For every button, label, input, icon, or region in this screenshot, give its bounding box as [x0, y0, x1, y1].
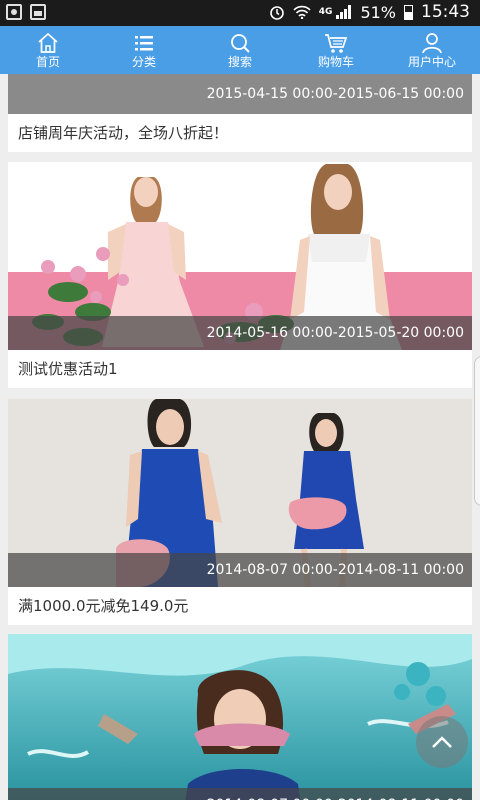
status-left-icons [6, 4, 46, 20]
back-to-top-button[interactable] [416, 716, 468, 768]
search-icon [231, 33, 250, 53]
promotion-card[interactable]: 2014-08-07 00:00-2014-08-11 00:00 [8, 634, 472, 800]
cart-icon [325, 33, 348, 53]
nav-user-center[interactable]: 用户中心 [384, 26, 480, 74]
nav-cart-label: 购物车 [317, 54, 354, 69]
promotion-date: 2014-05-16 00:00-2015-05-20 00:00 [8, 316, 472, 350]
home-icon [38, 32, 58, 53]
promotion-card[interactable]: 2015-04-15 00:00-2015-06-15 00:00 店铺周年庆活… [8, 74, 472, 152]
edge-handle[interactable] [474, 356, 480, 506]
promotion-card[interactable]: 2014-05-16 00:00-2015-05-20 00:00 测试优惠活动… [8, 162, 472, 388]
promotion-image: 2015-04-15 00:00-2015-06-15 00:00 [8, 74, 472, 114]
clock: 15:43 [421, 2, 470, 22]
status-bar: 4G 51% 15:43 [0, 0, 480, 26]
status-right: 4G 51% 15:43 [269, 2, 470, 22]
nav-user-center-label: 用户中心 [407, 54, 456, 69]
list-icon [135, 35, 153, 50]
nav-cart[interactable]: 购物车 [288, 26, 384, 74]
promotion-date: 2015-04-15 00:00-2015-06-15 00:00 [8, 74, 472, 114]
promotion-title: 测试优惠活动1 [18, 360, 118, 378]
image-icon [30, 4, 46, 20]
signal-icon [336, 5, 352, 19]
promotion-date: 2014-08-07 00:00-2014-08-11 00:00 [8, 553, 472, 587]
network-type: 4G [318, 7, 333, 17]
nav-category-label: 分类 [131, 54, 156, 69]
nav-search-label: 搜索 [227, 54, 252, 69]
nav-category[interactable]: 分类 [96, 26, 192, 74]
promotion-image: 2014-05-16 00:00-2015-05-20 00:00 [8, 162, 472, 350]
fashion-photo [8, 634, 472, 800]
nav-home[interactable]: 首页 [0, 26, 96, 74]
promotion-title: 满1000.0元减免149.0元 [18, 597, 189, 615]
wifi-icon [293, 5, 311, 19]
promotion-title: 店铺周年庆活动，全场八折起！ [18, 124, 229, 142]
promotion-image: 2014-08-07 00:00-2014-08-11 00:00 [8, 399, 472, 587]
battery-percent: 51% [360, 2, 396, 22]
alarm-icon [269, 6, 284, 20]
user-icon [422, 32, 442, 53]
promotion-card[interactable]: 2014-08-07 00:00-2014-08-11 00:00 满1000.… [8, 399, 472, 625]
nav-home-label: 首页 [35, 54, 60, 69]
notification-icon [6, 4, 22, 20]
promotion-list: 2015-04-15 00:00-2015-06-15 00:00 店铺周年庆活… [0, 74, 480, 800]
battery-icon [404, 4, 413, 20]
top-navigation: 首页 分类 搜索 购物车 用户中心 [0, 26, 480, 74]
promotion-date: 2014-08-07 00:00-2014-08-11 00:00 [8, 788, 472, 800]
promotion-image: 2014-08-07 00:00-2014-08-11 00:00 [8, 634, 472, 800]
nav-search[interactable]: 搜索 [192, 26, 288, 74]
chevron-up-icon [432, 736, 452, 748]
